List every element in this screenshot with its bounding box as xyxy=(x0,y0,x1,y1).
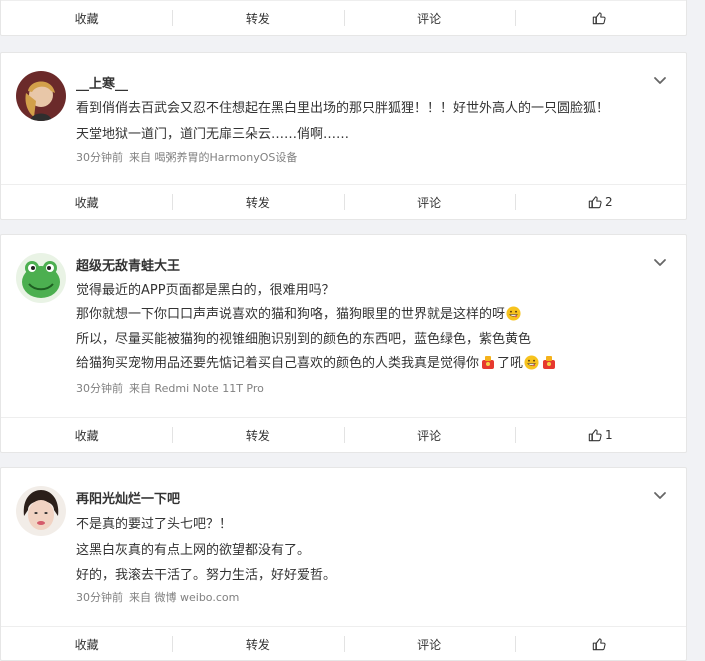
thumb-up-icon xyxy=(588,428,602,442)
collect-button[interactable]: 收藏 xyxy=(1,418,172,452)
comment-label: 评论 xyxy=(417,428,442,443)
repost-button[interactable]: 转发 xyxy=(172,418,343,452)
comment-text-line: 这黑白灰真的有点上网的欲望都没有了。 xyxy=(76,543,311,558)
like-count: 2 xyxy=(605,195,613,209)
like-button[interactable]: 2 xyxy=(514,185,686,219)
post-source: 来自 喝粥养胃的HarmonyOS设备 xyxy=(129,151,298,164)
post-source: 来自 Redmi Note 11T Pro xyxy=(129,382,264,395)
comment-text-line: 不是真的要过了头七吧？！ xyxy=(76,517,233,532)
post-meta: 30分钟前 来自 喝粥养胃的HarmonyOS设备 xyxy=(76,149,303,165)
post-meta: 30分钟前 来自 Redmi Note 11T Pro xyxy=(76,380,270,396)
thumb-up-icon xyxy=(588,195,602,209)
post-card: 超级无敌青蛙大王 觉得最近的APP页面都是黑白的，很难用吗？ 那你就想一下你口口… xyxy=(0,234,687,453)
collect-label: 收藏 xyxy=(74,11,99,26)
avatar[interactable] xyxy=(16,486,66,536)
comment-label: 评论 xyxy=(417,637,442,652)
comment-text-line: 觉得最近的APP页面都是黑白的，很难用吗？ xyxy=(76,283,335,298)
comment-button[interactable]: 评论 xyxy=(343,627,515,661)
comment-text: 那你就想一下你口口声声说喜欢的猫和狗咯，猫狗眼里的世界就是这样的呀 xyxy=(76,307,506,322)
repost-label: 转发 xyxy=(245,428,270,443)
thumb-up-icon xyxy=(592,637,606,651)
comment-text-line: 好的，我滚去干活了。努力生活，好好爱哲。 xyxy=(76,568,337,583)
action-bar: 收藏 转发 评论 xyxy=(1,0,686,35)
comment-button[interactable]: 评论 xyxy=(343,185,515,219)
username[interactable]: 超级无敌青蛙大王 xyxy=(76,255,180,274)
post-source: 来自 微博 weibo.com xyxy=(129,591,240,604)
action-bar: 收藏 转发 评论 1 xyxy=(1,417,686,452)
repost-button[interactable]: 转发 xyxy=(172,627,343,661)
collect-label: 收藏 xyxy=(74,637,99,652)
comment-label: 评论 xyxy=(417,11,442,26)
collect-button[interactable]: 收藏 xyxy=(1,627,172,661)
comment-text-line: 那你就想一下你口口声声说喜欢的猫和狗咯，猫狗眼里的世界就是这样的呀 xyxy=(76,303,522,322)
action-bar: 收藏 转发 评论 xyxy=(1,626,686,661)
comment-card-top: 收藏 转发 评论 xyxy=(0,0,687,36)
post-time[interactable]: 30分钟前 xyxy=(76,591,123,604)
comment-label: 评论 xyxy=(417,195,442,210)
collect-label: 收藏 xyxy=(74,195,99,210)
post-card: 再阳光灿烂一下吧 不是真的要过了头七吧？！ 这黑白灰真的有点上网的欲望都没有了。… xyxy=(0,467,687,661)
username[interactable]: 再阳光灿烂一下吧 xyxy=(76,488,180,507)
post-time[interactable]: 30分钟前 xyxy=(76,382,123,395)
chevron-down-icon[interactable] xyxy=(652,72,668,88)
comment-button[interactable]: 评论 xyxy=(343,418,515,452)
repost-button[interactable]: 转发 xyxy=(172,1,343,35)
post-meta: 30分钟前 来自 微博 weibo.com xyxy=(76,589,245,605)
comment-text: 了吼 xyxy=(497,356,524,371)
post-card: __上寒__ 看到俏俏去百武会又忍不住想起在黑白里出场的那只胖狐狸！！！好世外高… xyxy=(0,52,687,220)
grin-emoji-icon xyxy=(524,355,539,370)
fortune-god-emoji-icon xyxy=(480,354,496,370)
like-button[interactable] xyxy=(514,1,686,35)
chevron-down-icon[interactable] xyxy=(652,487,668,503)
grin-emoji-icon xyxy=(506,306,521,321)
chevron-down-icon[interactable] xyxy=(652,254,668,270)
like-button[interactable] xyxy=(514,627,686,661)
repost-button[interactable]: 转发 xyxy=(172,185,343,219)
post-time[interactable]: 30分钟前 xyxy=(76,151,123,164)
thumb-up-icon xyxy=(592,11,606,25)
comment-text-line: 看到俏俏去百武会又忍不住想起在黑白里出场的那只胖狐狸！！！好世外高人的一只圆脸狐… xyxy=(76,101,610,116)
repost-label: 转发 xyxy=(245,637,270,652)
repost-label: 转发 xyxy=(245,195,270,210)
collect-button[interactable]: 收藏 xyxy=(1,185,172,219)
like-button[interactable]: 1 xyxy=(514,418,686,452)
avatar[interactable] xyxy=(16,71,66,121)
comment-text-line: 天堂地狱一道门，道门无扉三朵云……俏啊…… xyxy=(76,127,350,142)
comment-button[interactable]: 评论 xyxy=(343,1,515,35)
comment-text-line: 所以，尽量买能被猫狗的视锥细胞识别到的颜色的东西吧，蓝色绿色，紫色黄色 xyxy=(76,332,532,347)
action-bar: 收藏 转发 评论 2 xyxy=(1,184,686,219)
comment-text: 给猫狗买宠物用品还要先惦记着买自己喜欢的颜色的人类我真是觉得你 xyxy=(76,356,480,371)
collect-label: 收藏 xyxy=(74,428,99,443)
like-count: 1 xyxy=(605,428,613,442)
fortune-god-emoji-icon xyxy=(541,354,557,370)
avatar[interactable] xyxy=(16,253,66,303)
comment-text-line: 给猫狗买宠物用品还要先惦记着买自己喜欢的颜色的人类我真是觉得你 了吼 xyxy=(76,352,558,371)
collect-button[interactable]: 收藏 xyxy=(1,1,172,35)
username[interactable]: __上寒__ xyxy=(76,73,128,92)
repost-label: 转发 xyxy=(245,11,270,26)
